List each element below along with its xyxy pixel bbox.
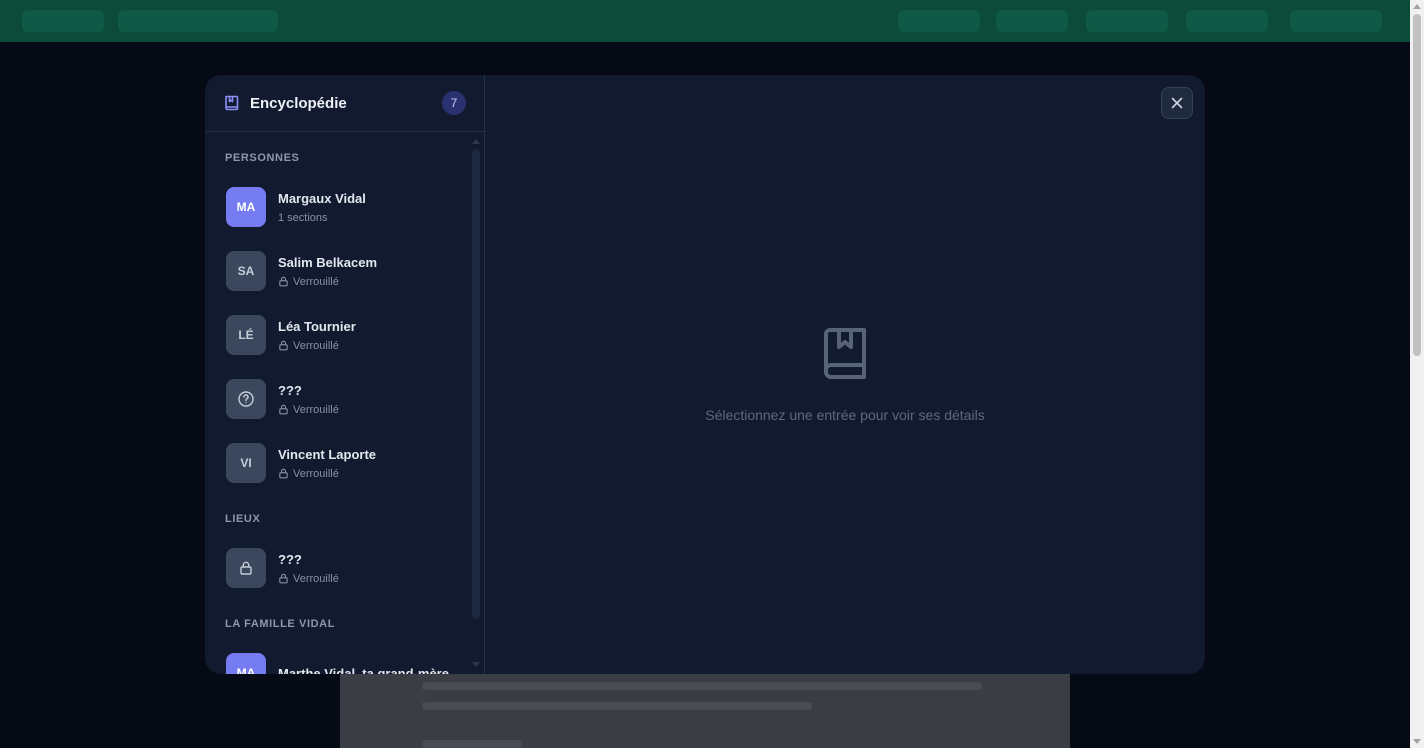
entry-status: Verrouillé — [278, 573, 339, 585]
list-item-lea-tournier[interactable]: LÉ Léa Tournier Verrouillé — [205, 303, 471, 367]
section-label-famille-vidal: LA FAMILLE VIDAL — [225, 618, 336, 630]
book-icon — [223, 94, 241, 112]
entry-list: PERSONNES MA Margaux Vidal 1 sections SA… — [205, 133, 471, 674]
lock-icon — [278, 340, 289, 351]
background-document — [340, 674, 1070, 748]
background-text-line — [422, 740, 522, 748]
list-item-vincent-laporte[interactable]: VI Vincent Laporte Verrouillé — [205, 431, 471, 495]
entry-status: 1 sections — [278, 212, 366, 224]
entry-status: Verrouillé — [278, 276, 377, 288]
entry-name: Léa Tournier — [278, 318, 356, 334]
background-topbar — [0, 0, 1410, 42]
scroll-up-arrow[interactable] — [472, 139, 480, 144]
empty-state: Sélectionnez une entrée pour voir ses dé… — [485, 327, 1205, 423]
avatar — [226, 379, 266, 419]
entry-name: Margaux Vidal — [278, 190, 366, 206]
entry-status-text: Verrouillé — [293, 275, 339, 288]
lock-icon — [278, 573, 289, 584]
entry-status-text: Verrouillé — [293, 339, 339, 352]
entry-status: Verrouillé — [278, 404, 339, 416]
entry-name: ??? — [278, 551, 302, 567]
list-item-marthe-vidal[interactable]: MA Marthe Vidal, ta grand-mère — [205, 641, 471, 674]
sidebar-header: Encyclopédie 7 — [205, 75, 484, 132]
entry-status: Verrouillé — [278, 340, 356, 352]
background-topbar-block — [1186, 10, 1268, 32]
scroll-down-arrow[interactable] — [1413, 739, 1421, 744]
entry-status-text: 1 sections — [278, 211, 328, 224]
scrollbar-thumb[interactable] — [1413, 14, 1421, 356]
entry-name: ??? — [278, 382, 302, 398]
close-icon — [1170, 96, 1184, 110]
list-item-unknown-person[interactable]: ??? Verrouillé — [205, 367, 471, 431]
background-topbar-block — [1290, 10, 1382, 32]
entry-name: Vincent Laporte — [278, 446, 377, 462]
entry-status-text: Verrouillé — [293, 572, 339, 585]
encyclopedia-title: Encyclopédie — [250, 94, 347, 112]
entry-status-text: Verrouillé — [293, 467, 339, 480]
close-button[interactable] — [1161, 87, 1193, 119]
entry-count-badge: 7 — [442, 91, 466, 115]
background-text-line — [422, 702, 812, 710]
background-topbar-block — [1086, 10, 1168, 32]
entry-name: Marthe Vidal, ta grand-mère — [278, 665, 449, 675]
scrollbar-thumb[interactable] — [472, 149, 480, 619]
lock-icon — [238, 560, 254, 576]
background-topbar-block — [898, 10, 980, 32]
lock-icon — [278, 468, 289, 479]
scroll-up-arrow[interactable] — [1413, 4, 1421, 9]
section-label-personnes: PERSONNES — [225, 152, 300, 164]
list-item-unknown-place[interactable]: ??? Verrouillé — [205, 536, 471, 600]
avatar — [226, 548, 266, 588]
list-item-salim-belkacem[interactable]: SA Salim Belkacem Verrouillé — [205, 239, 471, 303]
scroll-down-arrow[interactable] — [472, 662, 480, 667]
entry-status-text: Verrouillé — [293, 403, 339, 416]
avatar: MA — [226, 187, 266, 227]
lock-icon — [278, 276, 289, 287]
page-scrollbar[interactable] — [1410, 0, 1424, 748]
entry-detail-panel: Sélectionnez une entrée pour voir ses dé… — [485, 75, 1205, 674]
background-topbar-block — [996, 10, 1068, 32]
question-icon — [237, 390, 255, 408]
encyclopedia-modal: Encyclopédie 7 PERSONNES MA Margaux Vida… — [205, 75, 1205, 674]
entry-name: Salim Belkacem — [278, 254, 378, 270]
background-topbar-block — [22, 10, 104, 32]
avatar: MA — [226, 653, 266, 674]
book-icon — [822, 327, 868, 383]
lock-icon — [278, 404, 289, 415]
avatar: SA — [226, 251, 266, 291]
list-item-margaux-vidal[interactable]: MA Margaux Vidal 1 sections — [205, 175, 471, 239]
background-topbar-block — [118, 10, 278, 32]
background-text-line — [422, 682, 982, 690]
avatar: VI — [226, 443, 266, 483]
list-scrollbar[interactable] — [472, 135, 480, 671]
encyclopedia-sidebar: Encyclopédie 7 PERSONNES MA Margaux Vida… — [205, 75, 485, 674]
empty-state-message: Sélectionnez une entrée pour voir ses dé… — [705, 407, 985, 423]
avatar: LÉ — [226, 315, 266, 355]
entry-status: Verrouillé — [278, 468, 376, 480]
section-label-lieux: LIEUX — [225, 513, 261, 525]
